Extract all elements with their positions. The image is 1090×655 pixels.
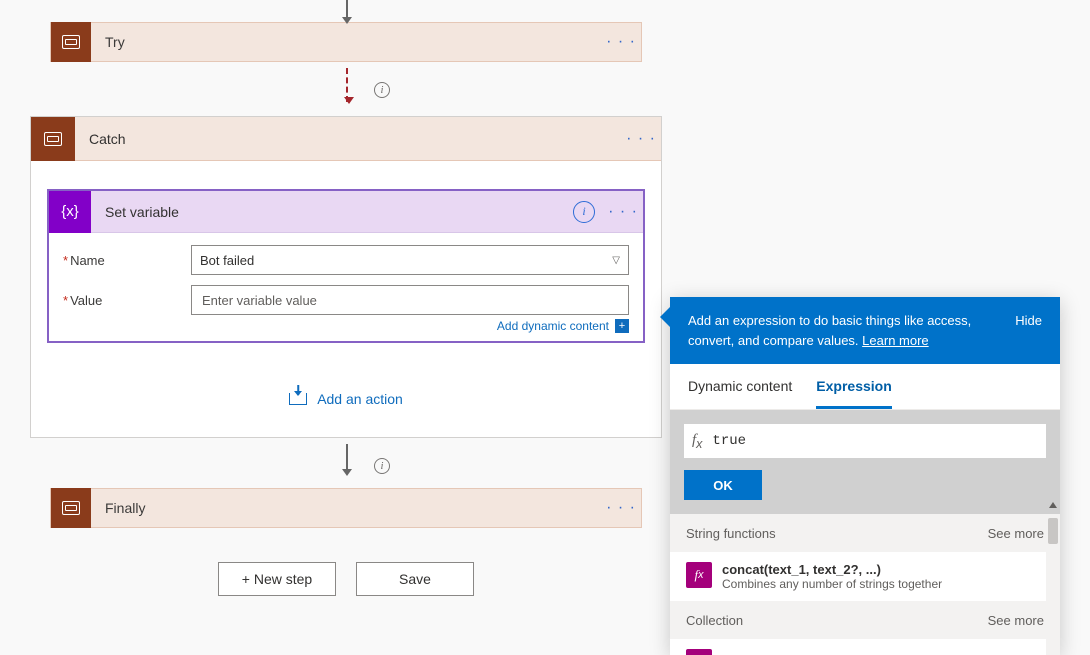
scope-finally[interactable]: Finally · · · <box>50 488 642 528</box>
save-button[interactable]: Save <box>356 562 474 596</box>
run-after-info-icon[interactable]: i <box>374 458 390 474</box>
see-more-collection[interactable]: See more <box>988 613 1044 628</box>
expression-value: true <box>712 433 746 449</box>
more-menu-finally[interactable]: · · · <box>601 499 641 517</box>
category-collection: Collection See more <box>670 601 1060 639</box>
fx-icon: fx <box>686 649 712 655</box>
function-title: concat(text_1, text_2?, ...) <box>722 562 942 577</box>
expression-input[interactable]: fx true <box>684 424 1046 458</box>
add-action-link[interactable]: Add an action <box>317 391 403 407</box>
variable-icon: {x} <box>49 191 91 233</box>
scope-icon <box>51 22 91 62</box>
expression-popup: Add an expression to do basic things lik… <box>670 297 1060 655</box>
variable-name-select[interactable]: Bot failed ▽ <box>191 245 629 275</box>
more-menu-try[interactable]: · · · <box>601 33 641 51</box>
scope-catch-header[interactable]: Catch · · · <box>31 117 661 161</box>
info-icon[interactable]: i <box>573 201 595 223</box>
run-after-info-icon[interactable]: i <box>374 82 390 98</box>
variable-value-input-wrap <box>191 285 629 315</box>
ok-button[interactable]: OK <box>684 470 762 500</box>
hide-popup-button[interactable]: Hide <box>1015 311 1042 350</box>
fx-icon: fx <box>692 432 702 451</box>
tab-dynamic-content[interactable]: Dynamic content <box>688 378 792 409</box>
field-label-value: *Value <box>63 293 191 308</box>
action-set-variable: {x} Set variable i · · · *Name Bot faile… <box>47 189 645 343</box>
category-string-functions: String functions See more <box>670 514 1060 552</box>
plus-icon[interactable]: + <box>615 319 629 333</box>
scope-try-label: Try <box>91 34 601 50</box>
scope-catch: Catch · · · {x} Set variable i · · · *Na… <box>30 116 662 438</box>
learn-more-link[interactable]: Learn more <box>862 333 928 348</box>
chevron-down-icon: ▽ <box>612 255 620 266</box>
scope-catch-label: Catch <box>75 131 621 147</box>
popup-pointer <box>660 307 670 327</box>
variable-value-input[interactable] <box>200 292 620 309</box>
more-menu-setvar[interactable]: · · · <box>603 203 643 221</box>
more-menu-catch[interactable]: · · · <box>621 130 661 148</box>
function-desc: Combines any number of strings together <box>722 577 942 591</box>
insert-step-icon <box>289 393 307 405</box>
add-dynamic-content-link[interactable]: Add dynamic content <box>497 319 609 333</box>
scope-icon <box>31 117 75 161</box>
variable-name-value: Bot failed <box>200 253 254 268</box>
scope-icon <box>51 488 91 528</box>
function-item-partial[interactable]: fx <box>670 639 1060 655</box>
function-concat[interactable]: fx concat(text_1, text_2?, ...) Combines… <box>670 552 1060 601</box>
see-more-string[interactable]: See more <box>988 526 1044 541</box>
field-label-name: *Name <box>63 253 191 268</box>
action-set-variable-header[interactable]: {x} Set variable i · · · <box>49 191 643 233</box>
action-title: Set variable <box>91 204 573 220</box>
scope-try[interactable]: Try · · · <box>50 22 642 62</box>
fx-icon: fx <box>686 562 712 588</box>
new-step-button[interactable]: + New step <box>218 562 336 596</box>
popup-banner-text: Add an expression to do basic things lik… <box>688 311 997 350</box>
tab-expression[interactable]: Expression <box>816 378 891 409</box>
scope-finally-label: Finally <box>91 500 601 516</box>
scrollbar[interactable] <box>1046 514 1060 655</box>
